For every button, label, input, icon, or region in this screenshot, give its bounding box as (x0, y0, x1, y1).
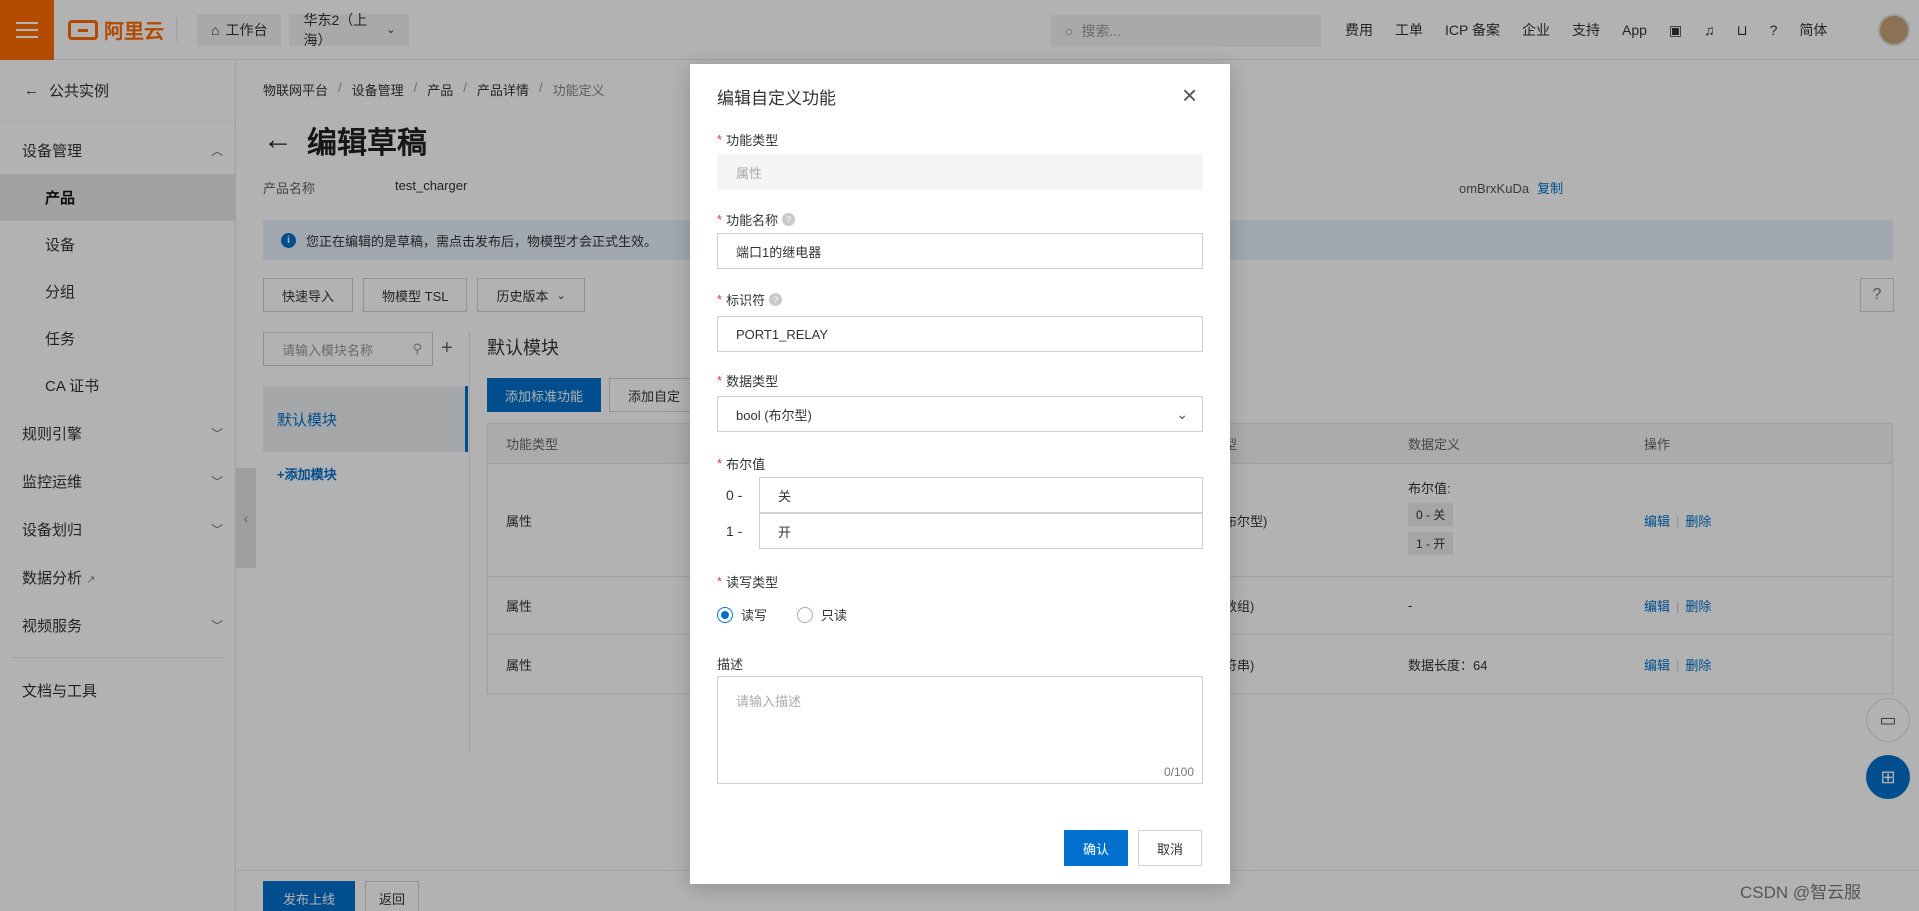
cancel-button[interactable]: 取消 (1138, 830, 1202, 866)
close-icon[interactable]: × (1182, 82, 1197, 108)
identifier-input[interactable]: PORT1_RELAY (717, 316, 1203, 352)
name-input[interactable]: 端口1的继电器 (717, 233, 1203, 269)
required-mark: * (717, 292, 723, 307)
bool-row-1: 1 - 开 (717, 513, 1203, 549)
datatype-value: bool (布尔型) (736, 407, 812, 423)
datatype-label-text: 数据类型 (726, 374, 779, 389)
radio-label: 读写 (741, 608, 768, 623)
bool-1-input[interactable]: 开 (759, 513, 1203, 549)
name-label-text: 功能名称 (726, 213, 779, 228)
char-counter: 0/100 (1163, 765, 1194, 779)
radio-label: 只读 (821, 608, 848, 623)
help-icon[interactable]: ? (782, 213, 796, 226)
desc-label: 描述 (717, 657, 744, 672)
required-mark: * (717, 212, 723, 227)
bool-0-input[interactable]: 关 (759, 477, 1203, 513)
chevron-down-icon: ⌄ (1176, 405, 1188, 422)
rw-radio-group: 读写 只读 (717, 605, 847, 624)
watermark: CSDN @智云服 (1740, 883, 1862, 902)
desc-placeholder: 请输入描述 (736, 694, 802, 709)
edit-function-dialog: 编辑自定义功能 × * 功能类型 属性 * 功能名称 ? 端口1的继电器 * 标… (690, 64, 1230, 884)
name-label: * 功能名称 ? (717, 210, 796, 229)
bool-label-text: 布尔值 (726, 457, 766, 472)
confirm-button[interactable]: 确认 (1064, 830, 1128, 866)
radio-read-only[interactable]: 只读 (797, 605, 847, 624)
required-mark: * (717, 456, 723, 471)
type-field: 属性 (717, 154, 1203, 190)
radio-dot-checked (717, 606, 733, 623)
identifier-label: * 标识符 ? (717, 290, 783, 309)
type-label-text: 功能类型 (726, 133, 779, 148)
required-mark: * (717, 373, 723, 388)
datatype-label: * 数据类型 (717, 371, 778, 390)
rw-label-text: 读写类型 (726, 575, 779, 590)
bool-prefix-1: 1 - (726, 523, 743, 539)
bool-label: * 布尔值 (717, 454, 765, 473)
required-mark: * (717, 574, 723, 589)
bool-row-0: 0 - 关 (717, 477, 1203, 513)
datatype-select[interactable]: bool (布尔型) ⌄ (717, 396, 1203, 432)
dialog-title: 编辑自定义功能 (717, 89, 836, 108)
bool-prefix-0: 0 - (726, 487, 743, 503)
description-textarea[interactable]: 请输入描述 0/100 (717, 676, 1203, 784)
identifier-label-text: 标识符 (726, 293, 766, 308)
radio-dot-unchecked (797, 606, 814, 623)
rw-label: * 读写类型 (717, 572, 778, 591)
required-mark: * (717, 132, 723, 147)
help-icon[interactable]: ? (769, 293, 783, 306)
type-label: * 功能类型 (717, 130, 778, 149)
radio-read-write[interactable]: 读写 (717, 605, 767, 624)
